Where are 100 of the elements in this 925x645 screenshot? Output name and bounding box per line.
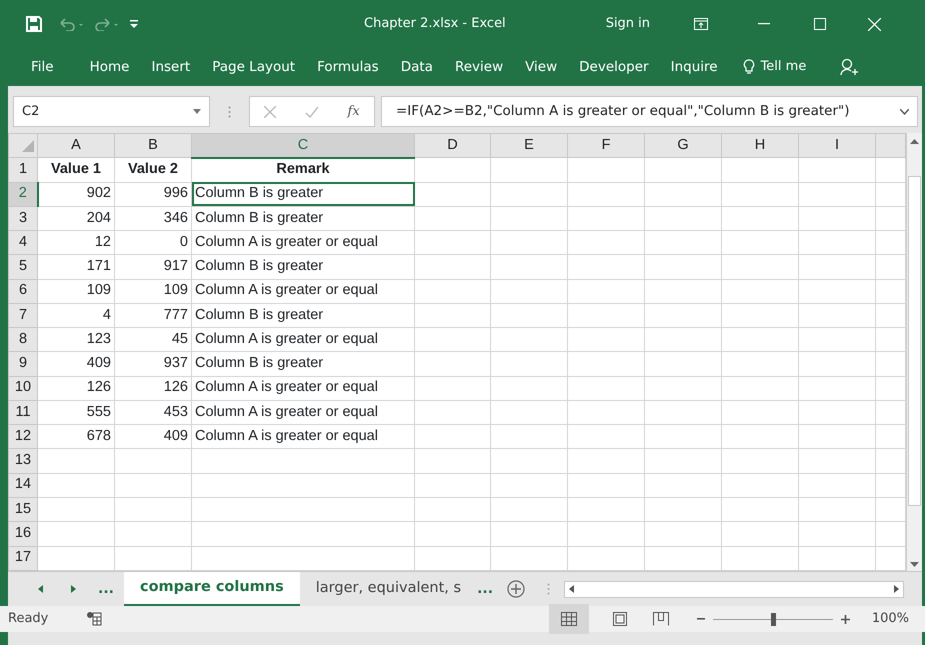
row-header[interactable]: 10 <box>8 376 38 400</box>
row-header[interactable]: 17 <box>8 546 38 570</box>
insert-function-button[interactable]: fx <box>348 102 360 122</box>
check-icon[interactable] <box>304 106 319 118</box>
table-cell: 346 <box>164 210 188 226</box>
customize-toolbar-icon[interactable] <box>130 19 138 29</box>
row-header[interactable]: 7 <box>8 303 38 328</box>
table-cell: Column A is greater or equal <box>195 330 378 347</box>
ribbon-tab[interactable]: File <box>20 56 65 78</box>
save-icon[interactable] <box>26 16 42 32</box>
table-cell: 917 <box>164 258 188 274</box>
column-header[interactable]: F <box>568 134 644 158</box>
column-header[interactable]: E <box>490 134 568 158</box>
row-header[interactable]: 6 <box>8 279 38 304</box>
table-cell: Column A is greater or equal <box>195 428 378 444</box>
more-sheets-button[interactable]: ... <box>477 578 494 600</box>
drag-handle-icon[interactable] <box>228 106 231 118</box>
row-header[interactable]: 12 <box>8 424 38 449</box>
sheet-tab[interactable]: larger, equivalent, s <box>300 573 478 605</box>
normal-view-button[interactable] <box>548 604 589 634</box>
minimize-icon[interactable] <box>758 23 770 25</box>
horizontal-scrollbar[interactable] <box>564 580 904 598</box>
dropdown-caret-icon[interactable] <box>193 109 201 114</box>
column-header[interactable]: C <box>192 134 414 158</box>
table-cell: Column B is greater <box>195 210 324 226</box>
page-break-view-icon[interactable] <box>652 612 669 626</box>
table-cell: 109 <box>86 282 111 298</box>
table-cell: Column A is greater or equal <box>195 282 378 298</box>
table-cell: 171 <box>86 258 111 274</box>
table-cell: Value 2 <box>128 161 178 178</box>
expand-caret-icon[interactable] <box>900 108 909 114</box>
previous-sheet-icon[interactable] <box>38 585 43 593</box>
row-header[interactable]: 5 <box>8 254 38 280</box>
ribbon-display-icon[interactable] <box>694 18 708 30</box>
row-header[interactable]: 16 <box>8 522 38 546</box>
ribbon-tab[interactable]: Page Layout <box>201 56 306 78</box>
row-header[interactable]: 13 <box>8 448 38 474</box>
ribbon-tab[interactable]: Inquire <box>660 56 729 78</box>
lightbulb-icon[interactable] <box>742 59 755 75</box>
table-cell: 996 <box>164 185 188 202</box>
table-cell: Column B is greater <box>195 355 324 372</box>
ribbon-tab[interactable]: Data <box>390 56 444 78</box>
zoom-percent[interactable]: 100% <box>872 609 909 629</box>
column-header[interactable]: I <box>798 134 876 158</box>
table-cell: 409 <box>86 355 111 372</box>
row-header[interactable]: 11 <box>8 400 38 425</box>
table-cell: Column A is greater or equal <box>195 404 378 420</box>
status-text: Ready <box>8 610 48 628</box>
column-header[interactable]: H <box>722 134 798 158</box>
vertical-scrollbar[interactable] <box>906 133 922 571</box>
ribbon-tab[interactable]: Developer <box>568 56 660 78</box>
scroll-right-icon[interactable] <box>894 585 899 593</box>
column-header[interactable]: B <box>114 134 192 158</box>
formula-field[interactable]: =IF(A2>=B2,"Column A is greater or equal","Column B is greater") <box>381 96 918 127</box>
scroll-down-icon[interactable] <box>910 562 919 567</box>
row-header[interactable]: 15 <box>8 497 38 522</box>
add-sheet-icon[interactable] <box>507 580 526 598</box>
sign-in-link[interactable]: Sign in <box>606 14 650 34</box>
sheet-tab[interactable]: compare columns <box>124 572 300 606</box>
formula-text: =IF(A2>=B2,"Column A is greater or equal","Column B is greater") <box>396 102 850 122</box>
table-cell: 0 <box>180 234 188 250</box>
row-header[interactable]: 9 <box>8 352 38 376</box>
ribbon-tab[interactable]: Home <box>78 56 140 78</box>
column-header[interactable]: A <box>38 134 114 158</box>
page-layout-view-icon[interactable] <box>612 612 627 626</box>
ribbon-tab[interactable]: View <box>514 56 568 78</box>
macro-record-icon[interactable] <box>86 612 102 626</box>
table-cell: 12 <box>94 234 111 250</box>
more-sheets-button[interactable]: ... <box>98 578 114 600</box>
row-header[interactable]: 2 <box>8 182 38 206</box>
row-header[interactable]: 1 <box>8 158 38 182</box>
next-sheet-icon[interactable] <box>71 585 76 593</box>
table-cell: 123 <box>86 330 111 347</box>
column-header[interactable]: G <box>644 134 722 158</box>
ribbon-tab[interactable]: Insert <box>140 56 202 78</box>
row-header[interactable]: 14 <box>8 473 38 498</box>
scroll-left-icon[interactable] <box>569 585 574 593</box>
row-header[interactable]: 4 <box>8 230 38 255</box>
scroll-up-icon[interactable] <box>910 139 919 144</box>
row-header[interactable]: 8 <box>8 328 38 352</box>
scroll-thumb[interactable] <box>908 176 921 506</box>
close-icon[interactable] <box>868 18 882 30</box>
name-box[interactable]: C2 <box>13 96 210 127</box>
tell-me-field[interactable]: Tell me <box>760 57 806 77</box>
splitter-handle-icon[interactable] <box>547 583 550 595</box>
row-header[interactable]: 3 <box>8 206 38 231</box>
share-person-icon[interactable] <box>840 58 858 76</box>
table-cell: Column A is greater or equal <box>195 379 378 396</box>
table-cell: Column B is greater <box>195 258 324 274</box>
table-cell: 126 <box>164 379 188 396</box>
column-header[interactable]: D <box>414 134 490 158</box>
table-cell: 902 <box>86 185 111 202</box>
ribbon-tab[interactable]: Review <box>444 56 514 78</box>
zoom-in-icon[interactable] <box>840 614 850 624</box>
maximize-icon[interactable] <box>814 18 826 30</box>
zoom-slider-thumb[interactable] <box>770 612 776 626</box>
selected-cell[interactable]: Column B is greater <box>192 182 414 206</box>
name-box-text: C2 <box>22 102 40 121</box>
table-cell: 678 <box>86 428 111 444</box>
ribbon-tab[interactable]: Formulas <box>306 56 390 78</box>
